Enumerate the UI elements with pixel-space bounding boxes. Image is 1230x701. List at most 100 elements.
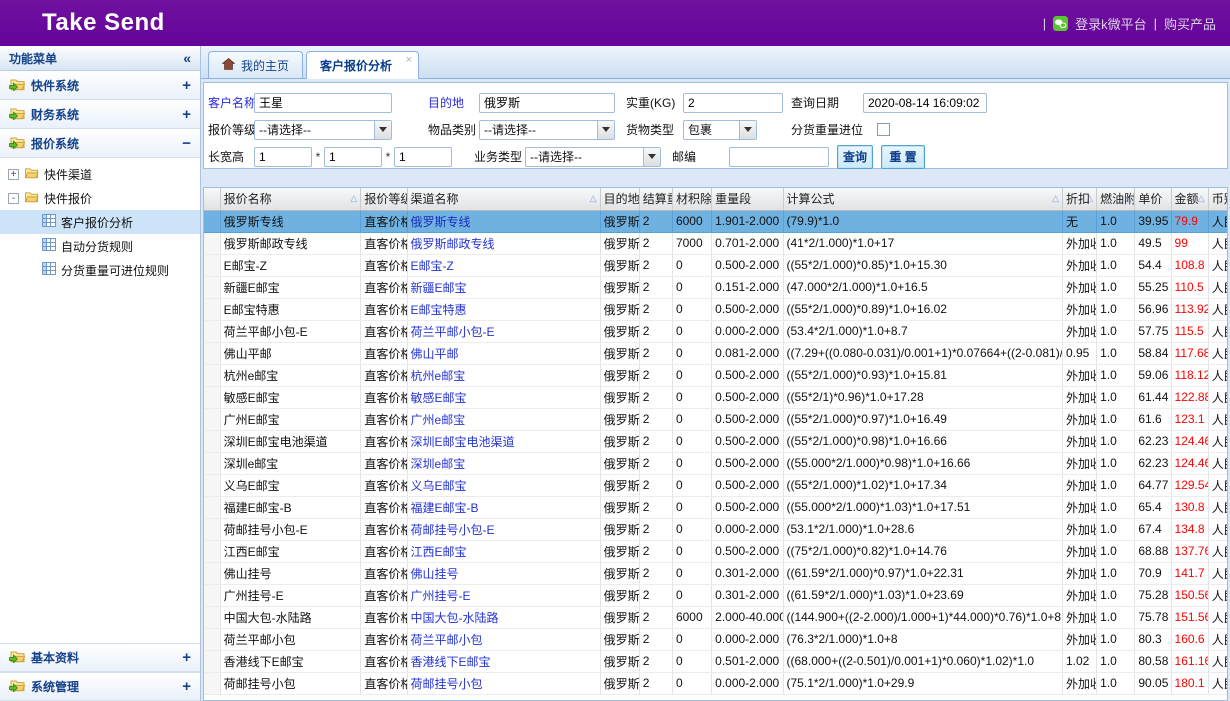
sort-icon[interactable]: △ — [590, 193, 597, 204]
column-header-2[interactable]: 报价等级 — [361, 188, 407, 210]
length-input[interactable] — [254, 147, 312, 167]
column-header-1[interactable]: △报价名称 — [220, 188, 361, 210]
channel-link[interactable]: 广州e邮宝 — [411, 413, 466, 427]
channel-link[interactable]: 香港线下E邮宝 — [411, 655, 491, 669]
dropdown-arrow-icon[interactable] — [597, 121, 614, 139]
channel-link[interactable]: 义乌E邮宝 — [411, 479, 467, 493]
channel-link[interactable]: 江西E邮宝 — [407, 540, 600, 562]
sidebar-group-express-system[interactable]: 快件系统 + — [0, 71, 200, 100]
width-input[interactable] — [324, 147, 382, 167]
actual-weight-input[interactable] — [683, 93, 783, 113]
channel-link[interactable]: 深圳e邮宝 — [411, 457, 466, 471]
quote-row[interactable]: 荷邮挂号小包直客价格荷邮挂号小包俄罗斯200.000-2.000(75.1*2/… — [204, 672, 1228, 694]
channel-link[interactable]: 俄罗斯邮政专线 — [407, 232, 600, 254]
login-link[interactable]: 登录k微平台 — [1075, 14, 1147, 33]
tree-item-auto-split-rule[interactable]: 自动分货规则 — [0, 234, 200, 258]
quote-row[interactable]: 义乌E邮宝直客价格义乌E邮宝俄罗斯200.500-2.000((55*2/1.0… — [204, 474, 1228, 496]
expand-icon[interactable]: + — [182, 678, 191, 695]
collapse-sidebar-icon[interactable]: « — [183, 50, 191, 66]
zip-code-input[interactable] — [729, 147, 829, 167]
channel-link[interactable]: 荷邮挂号小包-E — [411, 523, 495, 537]
channel-link[interactable]: 广州e邮宝 — [407, 408, 600, 430]
column-header-12[interactable]: △金额 — [1171, 188, 1208, 210]
channel-link[interactable]: 广州挂号-E — [407, 584, 600, 606]
quote-row[interactable]: 佛山挂号直客价格佛山挂号俄罗斯200.301-2.000((61.59*2/1.… — [204, 562, 1228, 584]
quote-row[interactable]: 荷兰平邮小包直客价格荷兰平邮小包俄罗斯200.000-2.000(76.3*2/… — [204, 628, 1228, 650]
channel-link[interactable]: 敏感E邮宝 — [407, 386, 600, 408]
search-button[interactable]: 查询 — [837, 145, 873, 169]
quote-row[interactable]: 广州E邮宝直客价格广州e邮宝俄罗斯200.500-2.000((55*2/1.0… — [204, 408, 1228, 430]
expand-icon[interactable]: + — [182, 106, 191, 123]
channel-link[interactable]: 俄罗斯邮政专线 — [411, 237, 495, 251]
channel-link[interactable]: 义乌E邮宝 — [407, 474, 600, 496]
channel-link[interactable]: 荷兰平邮小包-E — [411, 325, 495, 339]
tab-home[interactable]: 我的主页 — [208, 51, 303, 78]
dropdown-arrow-icon[interactable] — [739, 121, 756, 139]
channel-link[interactable]: 俄罗斯专线 — [411, 215, 471, 229]
sidebar-group-system-admin[interactable]: 系统管理 + — [0, 672, 200, 701]
channel-link[interactable]: 俄罗斯专线 — [407, 210, 600, 232]
query-date-input[interactable] — [863, 93, 987, 113]
tree-item-express-quote[interactable]: - 快件报价 — [0, 186, 200, 210]
destination-input[interactable] — [479, 93, 615, 113]
channel-link[interactable]: 广州挂号-E — [411, 589, 471, 603]
cargo-type-select[interactable]: 包裹 — [683, 120, 757, 140]
reset-button[interactable]: 重 置 — [881, 145, 925, 169]
business-type-select[interactable]: --请选择-- — [525, 147, 661, 167]
column-header-0[interactable] — [204, 188, 220, 210]
customer-name-input[interactable] — [254, 93, 392, 113]
quote-row[interactable]: 俄罗斯邮政专线直客价格俄罗斯邮政专线俄罗斯270000.701-2.000(41… — [204, 232, 1228, 254]
sort-icon[interactable]: △ — [1052, 193, 1059, 204]
channel-link[interactable]: 荷邮挂号小包 — [411, 677, 483, 691]
channel-link[interactable]: 荷邮挂号小包-E — [407, 518, 600, 540]
column-header-7[interactable]: 重量段 — [712, 188, 783, 210]
height-input[interactable] — [394, 147, 452, 167]
channel-link[interactable]: 荷兰平邮小包 — [411, 633, 483, 647]
channel-link[interactable]: 福建E邮宝-B — [411, 501, 479, 515]
sidebar-group-basic-data[interactable]: 基本资料 + — [0, 643, 200, 672]
column-header-8[interactable]: △计算公式 — [783, 188, 1062, 210]
channel-link[interactable]: 新疆E邮宝 — [411, 281, 467, 295]
quote-row[interactable]: 荷兰平邮小包-E直客价格荷兰平邮小包-E俄罗斯200.000-2.000(53.… — [204, 320, 1228, 342]
channel-link[interactable]: 荷兰平邮小包 — [407, 628, 600, 650]
channel-link[interactable]: E邮宝特惠 — [407, 298, 600, 320]
column-header-11[interactable]: 单价 — [1135, 188, 1171, 210]
expand-icon[interactable]: + — [182, 77, 191, 94]
channel-link[interactable]: E邮宝特惠 — [411, 303, 467, 317]
channel-link[interactable]: 新疆E邮宝 — [407, 276, 600, 298]
quote-row[interactable]: 深圳E邮宝电池渠道直客价格深圳E邮宝电池渠道俄罗斯200.500-2.000((… — [204, 430, 1228, 452]
channel-link[interactable]: 佛山挂号 — [411, 567, 459, 581]
channel-link[interactable]: 中国大包-水陆路 — [407, 606, 600, 628]
column-header-5[interactable]: 结算重量 — [639, 188, 672, 210]
quote-row[interactable]: 中国大包-水陆路直客价格中国大包-水陆路俄罗斯260002.000-40.000… — [204, 606, 1228, 628]
channel-link[interactable]: E邮宝-Z — [411, 259, 454, 273]
column-header-6[interactable]: 材积除 — [672, 188, 711, 210]
channel-link[interactable]: 中国大包-水陆路 — [411, 611, 499, 625]
tree-item-split-weight-carry-rule[interactable]: 分货重量可进位规则 — [0, 258, 200, 282]
column-header-10[interactable]: △燃油附加 — [1097, 188, 1135, 210]
channel-link[interactable]: 深圳E邮宝电池渠道 — [411, 435, 515, 449]
tab-customer-quote-analysis[interactable]: 客户报价分析 × — [306, 51, 419, 79]
split-weight-carry-checkbox[interactable] — [877, 123, 890, 136]
close-tab-icon[interactable]: × — [406, 54, 412, 66]
channel-link[interactable]: 佛山平邮 — [411, 347, 459, 361]
tree-item-customer-quote-analysis[interactable]: 客户报价分析 — [0, 210, 200, 234]
column-header-3[interactable]: △渠道名称 — [407, 188, 600, 210]
dropdown-arrow-icon[interactable] — [374, 121, 391, 139]
collapse-icon[interactable]: − — [182, 135, 191, 152]
quote-row[interactable]: E邮宝-Z直客价格E邮宝-Z俄罗斯200.500-2.000((55*2/1.0… — [204, 254, 1228, 276]
column-header-4[interactable]: 目的地 — [600, 188, 639, 210]
expander-icon[interactable]: - — [8, 193, 19, 204]
expander-icon[interactable]: + — [8, 169, 19, 180]
channel-link[interactable]: 敏感E邮宝 — [411, 391, 467, 405]
quote-row[interactable]: E邮宝特惠直客价格E邮宝特惠俄罗斯200.500-2.000((55*2/1.0… — [204, 298, 1228, 320]
quote-row[interactable]: 俄罗斯专线直客价格俄罗斯专线俄罗斯260001.901-2.000(79.9)*… — [204, 210, 1228, 232]
item-category-select[interactable]: --请选择-- — [479, 120, 615, 140]
channel-link[interactable]: 香港线下E邮宝 — [407, 650, 600, 672]
channel-link[interactable]: 深圳E邮宝电池渠道 — [407, 430, 600, 452]
quote-row[interactable]: 新疆E邮宝直客价格新疆E邮宝俄罗斯200.151-2.000(47.000*2/… — [204, 276, 1228, 298]
sort-icon[interactable]: △ — [350, 193, 357, 204]
expand-icon[interactable]: + — [182, 649, 191, 666]
quote-row[interactable]: 江西E邮宝直客价格江西E邮宝俄罗斯200.500-2.000((75*2/1.0… — [204, 540, 1228, 562]
quote-level-select[interactable]: --请选择-- — [254, 120, 392, 140]
